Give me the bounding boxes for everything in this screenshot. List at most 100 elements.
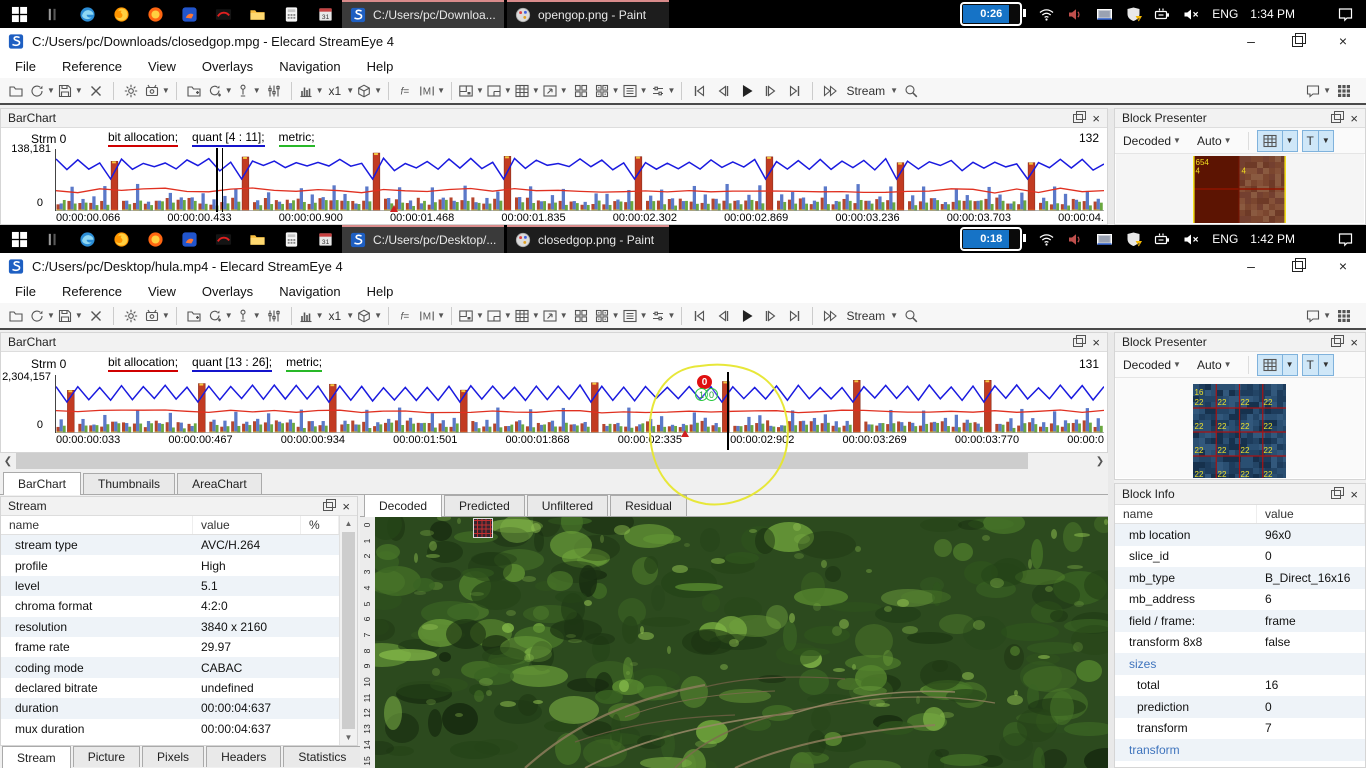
function-icon[interactable]: f= xyxy=(395,304,417,328)
power-icon[interactable] xyxy=(1154,231,1171,248)
tab-picture[interactable]: Picture xyxy=(72,746,141,767)
expand-icon[interactable]: ▼ xyxy=(542,304,568,328)
scroll-up-icon[interactable]: ▲ xyxy=(340,516,357,531)
firefox-dev-icon[interactable] xyxy=(138,225,172,253)
taskbar-button-streameye[interactable]: C:/Users/pc/Downloa... xyxy=(342,0,504,28)
table-row[interactable]: transform xyxy=(1115,739,1365,761)
grid-big-icon[interactable] xyxy=(1333,304,1355,328)
clock[interactable]: 1:34 PM xyxy=(1250,7,1295,21)
mode-dropdown[interactable]: Decoded ▼ xyxy=(1123,134,1181,148)
table-row[interactable]: profile High xyxy=(1,555,339,575)
barchart-icon[interactable]: ▼ xyxy=(298,79,324,103)
layout-panel-icon[interactable]: ▼ xyxy=(486,79,512,103)
mute-icon[interactable] xyxy=(1183,6,1200,23)
minimize-button[interactable]: – xyxy=(1228,253,1274,279)
analyzer-icon[interactable]: ▼ xyxy=(144,79,170,103)
layout-image-icon[interactable]: ▼ xyxy=(458,79,484,103)
table-row[interactable]: resolution 3840 x 2160 xyxy=(1,616,339,637)
tab-decoded[interactable]: Decoded xyxy=(364,494,443,517)
calendar-icon[interactable]: 31 xyxy=(308,225,342,253)
menu-view[interactable]: View xyxy=(135,279,189,303)
frame-cursor[interactable] xyxy=(727,372,729,450)
function-icon[interactable]: f= xyxy=(395,79,417,103)
scroll-down-icon[interactable]: ▼ xyxy=(340,730,357,745)
legend-metric-[interactable]: metric; xyxy=(286,355,323,372)
nav-ff-icon[interactable] xyxy=(819,79,841,103)
toolbar-label-x1[interactable]: x1 ▼ xyxy=(326,79,355,103)
cube-icon[interactable]: ▼ xyxy=(356,304,382,328)
close-panel-icon[interactable]: × xyxy=(342,500,350,513)
column-header-name[interactable]: name xyxy=(1,516,193,534)
stream-table-scrollbar[interactable]: ▲ ▼ xyxy=(339,516,357,745)
tab-barchart[interactable]: BarChart xyxy=(3,472,82,495)
toolbar-label-stream[interactable]: Stream ▼ xyxy=(843,304,898,328)
language-indicator[interactable]: ENG xyxy=(1212,232,1238,246)
reload-icon[interactable]: ▼ xyxy=(29,79,55,103)
titlebar[interactable]: C:/Users/pc/Desktop/hula.mp4 - Elecard S… xyxy=(0,253,1366,279)
text-toggle-button[interactable]: T ▼ xyxy=(1301,129,1334,152)
close-button[interactable]: × xyxy=(1320,28,1366,54)
table-row[interactable]: chroma format 4:2:0 xyxy=(1,596,339,616)
save-icon[interactable]: ▼ xyxy=(57,79,83,103)
edge-icon[interactable] xyxy=(70,225,104,253)
menu-file[interactable]: File xyxy=(2,279,49,303)
display-icon[interactable] xyxy=(1096,6,1113,23)
restore-button[interactable] xyxy=(1274,28,1320,54)
media-app-2-icon[interactable] xyxy=(206,225,240,253)
scale-dropdown[interactable]: Auto ▼ xyxy=(1197,358,1232,372)
save-icon[interactable]: ▼ xyxy=(57,304,83,328)
legend-bit-allocation-[interactable]: bit allocation; xyxy=(108,130,179,147)
comments-icon[interactable]: ▼ xyxy=(1305,79,1331,103)
float-panel-icon[interactable] xyxy=(1331,110,1345,123)
firefox-icon[interactable] xyxy=(104,0,138,28)
decoded-video-frame[interactable] xyxy=(375,517,1108,768)
menu-reference[interactable]: Reference xyxy=(49,279,135,303)
grid-icon[interactable]: ▼ xyxy=(514,79,540,103)
restore-button[interactable] xyxy=(1274,253,1320,279)
settings-gear-icon[interactable] xyxy=(120,79,142,103)
file-explorer-icon[interactable] xyxy=(240,225,274,253)
float-panel-icon[interactable] xyxy=(1331,334,1345,347)
taskview-icon[interactable] xyxy=(36,0,70,28)
taskbar-button-streameye[interactable]: C:/Users/pc/Desktop/... xyxy=(342,225,504,253)
tune-icon[interactable]: ▼ xyxy=(650,79,675,103)
table-row[interactable]: mux duration 00:00:04:637 xyxy=(1,719,339,739)
firefox-dev-icon[interactable] xyxy=(138,0,172,28)
mode-dropdown[interactable]: Decoded ▼ xyxy=(1123,358,1181,372)
menu-navigation[interactable]: Navigation xyxy=(266,54,353,78)
media-app-2-icon[interactable] xyxy=(206,0,240,28)
pin-icon[interactable]: ▼ xyxy=(235,304,261,328)
battery-timer[interactable]: 0:18 xyxy=(960,227,1027,251)
battery-timer[interactable]: 0:26 xyxy=(960,2,1027,26)
filters-icon[interactable] xyxy=(263,304,285,328)
close-panel-icon[interactable]: × xyxy=(1092,336,1100,349)
blocks-icon[interactable] xyxy=(570,79,592,103)
scrollbar-thumb[interactable] xyxy=(342,532,355,729)
calculator-icon[interactable] xyxy=(274,225,308,253)
notif-icon[interactable] xyxy=(1337,231,1354,248)
table-row[interactable]: level 5.1 xyxy=(1,575,339,597)
blocks-icon[interactable] xyxy=(570,304,592,328)
barchart-canvas[interactable] xyxy=(56,375,1104,433)
comments-icon[interactable]: ▼ xyxy=(1305,304,1331,328)
menu-file[interactable]: File xyxy=(2,54,49,78)
tab-predicted[interactable]: Predicted xyxy=(444,495,525,516)
open-file-icon[interactable] xyxy=(5,79,27,103)
scrollbar-thumb[interactable] xyxy=(16,453,1028,469)
start-icon[interactable] xyxy=(2,0,36,28)
close-panel-icon[interactable]: × xyxy=(1092,112,1100,125)
tab-stream[interactable]: Stream xyxy=(2,746,71,768)
wifi-icon[interactable] xyxy=(1038,231,1055,248)
layout-panel-icon[interactable]: ▼ xyxy=(486,304,512,328)
start-icon[interactable] xyxy=(2,225,36,253)
nav-prev-icon[interactable] xyxy=(712,304,734,328)
table-row[interactable]: coding mode CABAC xyxy=(1,657,339,678)
tab-pixels[interactable]: Pixels xyxy=(142,746,205,767)
vol-red-icon[interactable] xyxy=(1067,231,1084,248)
chart-hscrollbar[interactable]: ❮ ❯ xyxy=(0,453,1108,469)
grid-toggle-button[interactable]: ▼ xyxy=(1256,129,1298,152)
play-icon[interactable] xyxy=(736,304,758,328)
clock[interactable]: 1:42 PM xyxy=(1250,232,1295,246)
float-panel-icon[interactable] xyxy=(1073,110,1087,123)
tab-areachart[interactable]: AreaChart xyxy=(177,473,262,494)
